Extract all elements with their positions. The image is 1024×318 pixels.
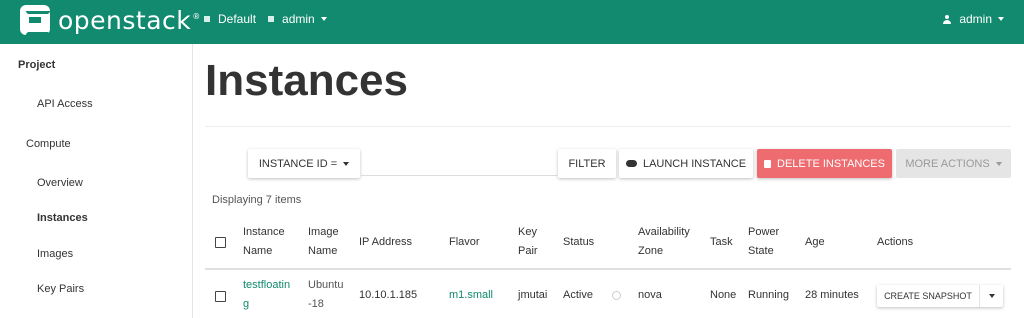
column-header-image-name[interactable]: Image Name [308,223,339,261]
launch-instance-label: LAUNCH INSTANCE [642,157,747,170]
instance-name-text: testfloatin [243,279,291,291]
sidebar-item-instances[interactable]: Instances [37,212,88,224]
column-header-key-pair[interactable]: Key Pair [518,223,538,261]
title-divider [205,126,1011,127]
age-cell: 28 minutes [805,289,859,301]
column-header-text: Zone [638,245,664,257]
row-actions-dropdown-toggle[interactable] [979,285,1003,307]
filter-type-dropdown[interactable]: INSTANCE ID = [248,149,360,178]
create-snapshot-split-button: CREATE SNAPSHOT [877,285,1003,307]
launch-instance-button[interactable]: LAUNCH INSTANCE [619,149,753,178]
image-name-text: Ubuntu [308,279,344,291]
domain-label: Default [218,12,257,26]
more-actions-label: MORE ACTIONS [905,157,990,170]
chevron-down-icon [995,161,1002,166]
domain-selector[interactable]: Default [204,12,256,26]
delete-instances-label: DELETE INSTANCES [777,157,885,170]
project-label: admin [282,12,315,26]
key-pair-cell: jmutai [518,289,548,301]
delete-instances-button[interactable]: DELETE INSTANCES [757,149,892,178]
sidebar-item-api-access[interactable]: API Access [37,98,93,110]
column-header-text: State [748,245,774,257]
column-header-status[interactable]: Status [563,233,594,252]
chevron-down-icon [320,17,327,21]
cloud-upload-icon [625,160,637,167]
sidebar-item-key-pairs[interactable]: Key Pairs [37,283,84,295]
filter-type-label: INSTANCE ID = [258,157,338,170]
chevron-down-icon [343,161,350,166]
column-header-availability-zone[interactable]: Availability Zone [638,223,690,261]
more-actions-button[interactable]: MORE ACTIONS [896,149,1011,178]
column-header-text: Pair [518,245,538,257]
table-header-divider [205,268,1011,270]
column-header-text: Key [518,226,537,238]
main-content: Instances INSTANCE ID = FILTER LAUNCH IN… [193,44,1024,318]
top-navbar: openstack® Default admin admin [0,0,1024,44]
page-title: Instances [205,56,408,105]
status-cell: Active [563,289,593,301]
filter-button[interactable]: FILTER [558,149,616,178]
column-header-text: Image [308,226,339,238]
row-checkbox[interactable] [215,291,226,302]
context-selector: Default admin [204,12,339,26]
flavor-link[interactable]: m1.small [449,286,493,305]
column-header-text: Power [748,226,780,238]
domain-icon [204,16,210,22]
item-count: Displaying 7 items [212,194,302,206]
image-name-cell: Ubuntu -18 [308,276,343,314]
chevron-down-icon [988,294,995,298]
filter-button-label: FILTER [568,157,606,170]
column-header-instance-name[interactable]: Instance Name [243,223,285,261]
openstack-logo[interactable]: openstack® [20,5,201,35]
user-icon [943,14,952,24]
instance-name-text: g [243,298,250,310]
sidebar-item-compute[interactable]: Compute [26,138,71,150]
user-name: admin [959,12,992,26]
column-header-age[interactable]: Age [805,233,825,252]
brand-name: openstack® [58,5,201,35]
sidebar: Project API Access Compute Overview Inst… [0,44,193,318]
sidebar-item-project[interactable]: Project [18,59,55,71]
user-menu[interactable]: admin [943,12,1004,26]
chevron-down-icon [998,17,1004,21]
select-all-checkbox[interactable] [215,237,226,248]
sidebar-item-overview[interactable]: Overview [37,177,83,189]
project-icon [268,16,275,22]
column-header-text: Name [243,245,273,257]
image-name-text: -18 [308,298,324,310]
column-header-task[interactable]: Task [710,233,733,252]
column-header-text: Availability [638,226,690,238]
status-indicator-icon [612,291,621,300]
instance-name-link[interactable]: testfloatin g [243,276,290,314]
ip-address-cell: 10.10.1.185 [359,289,418,301]
filter-input[interactable] [361,152,557,176]
column-header-flavor[interactable]: Flavor [449,233,480,252]
project-selector[interactable]: admin [268,12,327,26]
column-header-text: Instance [243,226,285,238]
trash-icon [764,159,771,168]
openstack-logo-icon [20,5,51,35]
power-state-cell: Running [748,289,789,301]
sidebar-item-images[interactable]: Images [37,248,73,260]
column-header-ip-address[interactable]: IP Address [359,233,412,252]
column-header-text: Name [308,245,338,257]
column-header-actions: Actions [877,236,914,248]
task-cell: None [710,289,737,301]
create-snapshot-button[interactable]: CREATE SNAPSHOT [877,291,979,301]
column-header-power-state[interactable]: Power State [748,223,779,261]
availability-zone-cell: nova [638,289,662,301]
